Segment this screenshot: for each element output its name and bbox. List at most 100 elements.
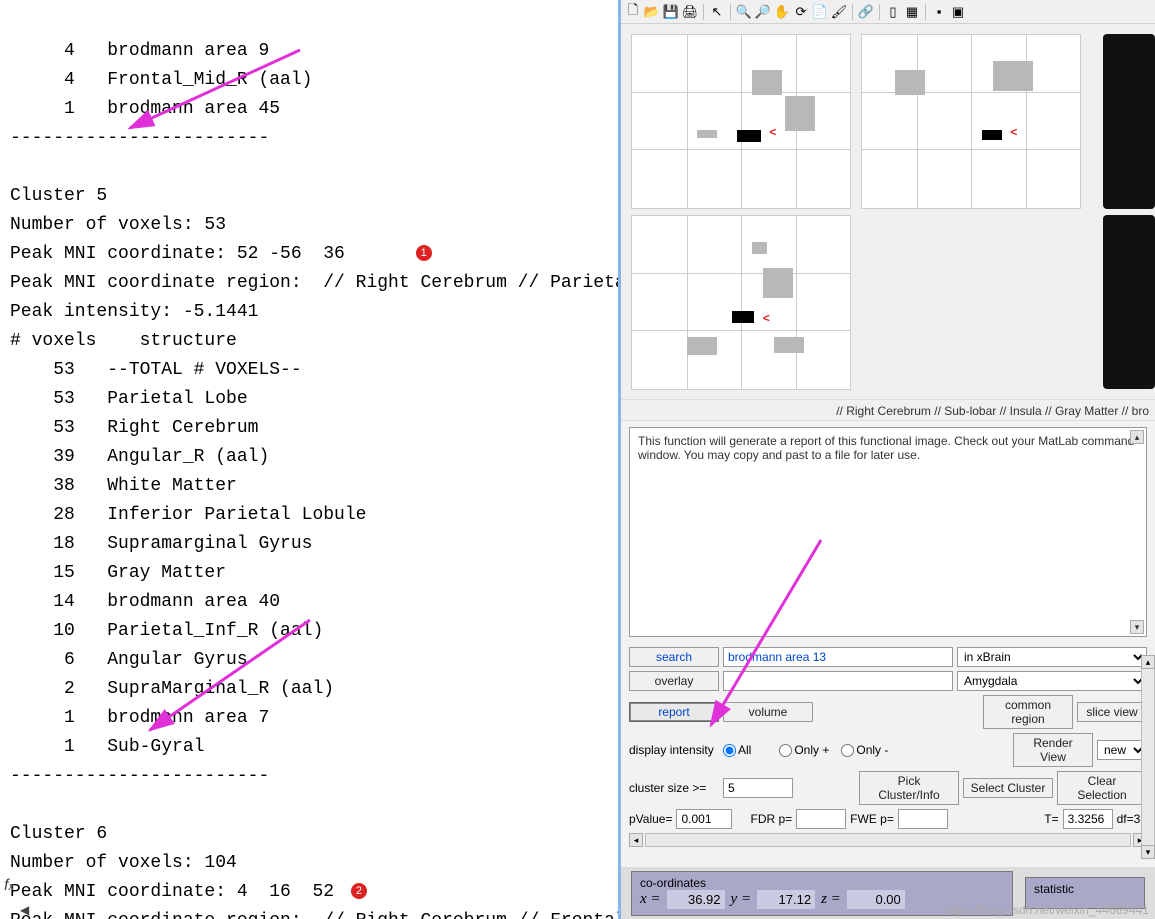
- t-label: T=: [1044, 812, 1058, 826]
- pvalue-input[interactable]: [676, 809, 732, 829]
- render-mode-select[interactable]: new: [1097, 740, 1147, 760]
- y-label: y =: [731, 891, 752, 908]
- radio-all[interactable]: All: [723, 743, 751, 757]
- report-line: Peak MNI coordinate: 4 16 52 2: [10, 882, 367, 902]
- report-line: Peak MNI coordinate region: // Right Cer…: [10, 911, 618, 919]
- slice-view-button[interactable]: slice view: [1077, 702, 1147, 722]
- select-cluster-button[interactable]: Select Cluster: [963, 778, 1053, 798]
- pointer-icon[interactable]: ↖: [709, 4, 725, 20]
- report-line: ------------------------: [10, 128, 269, 148]
- vertical-scrollbar[interactable]: ▴ ▾: [1141, 655, 1155, 859]
- report-line: Number of voxels: 104: [10, 853, 237, 873]
- rotate-icon[interactable]: ⟳: [793, 4, 809, 20]
- legend-icon[interactable]: ▦: [904, 4, 920, 20]
- figure-toolbar: 🗋 📂 💾 🖨 ↖ 🔍 🔎 ✋ ⟳ 📄 🖌 🔗 ▯ ▦ ▪ ▣: [621, 0, 1155, 24]
- link-icon[interactable]: 🔗: [858, 4, 874, 20]
- fdr-label: FDR p=: [750, 812, 792, 826]
- report-line: 53 Parietal Lobe: [10, 389, 248, 409]
- control-panel: search in xBrain overlay Amygdala report…: [621, 643, 1155, 829]
- watermark: https://blog.csdn.net/weixin_44669441: [945, 903, 1149, 917]
- scroll-down-icon[interactable]: ▾: [1130, 620, 1144, 634]
- report-line: 1 brodmann area 45: [10, 99, 280, 119]
- glass-brain-sagittal[interactable]: <: [631, 34, 851, 209]
- report-line: Peak MNI coordinate: 52 -56 36 1: [10, 244, 432, 264]
- coordinates-legend: co-ordinates: [640, 876, 706, 890]
- annotation-badge-1: 1: [416, 245, 432, 261]
- cluster-title: Cluster 6: [10, 824, 107, 844]
- radio-only-plus[interactable]: Only +: [779, 743, 829, 757]
- open-file-icon[interactable]: 📂: [644, 4, 660, 20]
- location-bar: // Right Cerebrum // Sub-lobar // Insula…: [621, 399, 1155, 421]
- scroll-left-icon[interactable]: ◀: [20, 903, 29, 917]
- report-line: 4 brodmann area 9: [10, 41, 269, 61]
- clear-selection-button[interactable]: Clear Selection: [1057, 771, 1147, 805]
- cluster-size-label: cluster size >=: [629, 781, 719, 795]
- vscroll-up-icon[interactable]: ▴: [1141, 655, 1155, 669]
- show-icon[interactable]: ▣: [950, 4, 966, 20]
- report-button[interactable]: report: [629, 702, 719, 722]
- pvalue-label: pValue=: [629, 812, 672, 826]
- common-region-button[interactable]: common region: [983, 695, 1073, 729]
- z-label: z =: [821, 891, 841, 908]
- message-box: This function will generate a report of …: [629, 427, 1147, 637]
- t-input[interactable]: [1063, 809, 1113, 829]
- report-line: 38 White Matter: [10, 476, 237, 496]
- pick-cluster-button[interactable]: Pick Cluster/Info: [859, 771, 959, 805]
- colorbar-icon[interactable]: ▯: [885, 4, 901, 20]
- new-file-icon[interactable]: 🗋: [625, 4, 641, 20]
- display-intensity-label: display intensity: [629, 743, 719, 757]
- x-label: x =: [640, 891, 661, 908]
- glass-brain-area: < < <: [621, 24, 1155, 399]
- scrollbar-track[interactable]: [645, 833, 1131, 847]
- overlay-input[interactable]: [723, 671, 953, 691]
- mri-preview-column: [1103, 24, 1155, 399]
- cluster-size-input[interactable]: [723, 778, 793, 798]
- search-scope-select[interactable]: in xBrain: [957, 647, 1147, 667]
- glass-brain-axial[interactable]: <: [631, 215, 851, 390]
- report-line: Peak intensity: -5.1441: [10, 302, 258, 322]
- volume-button[interactable]: volume: [723, 702, 813, 722]
- report-line: 28 Inferior Parietal Lobule: [10, 505, 366, 525]
- report-line: 53 Right Cerebrum: [10, 418, 258, 438]
- report-line: 4 Frontal_Mid_R (aal): [10, 70, 312, 90]
- report-line: 6 Angular Gyrus: [10, 650, 248, 670]
- save-icon[interactable]: 💾: [663, 4, 679, 20]
- report-line: 10 Parietal_Inf_R (aal): [10, 621, 323, 641]
- fwe-input[interactable]: [898, 809, 948, 829]
- overlay-select[interactable]: Amygdala: [957, 671, 1147, 691]
- vscroll-down-icon[interactable]: ▾: [1141, 845, 1155, 859]
- report-line: 1 brodmann area 7: [10, 708, 269, 728]
- z-input[interactable]: [847, 890, 905, 909]
- annotation-badge-2: 2: [351, 883, 367, 899]
- search-input[interactable]: [723, 647, 953, 667]
- x-input[interactable]: [667, 890, 725, 909]
- xjview-panel: 🗋 📂 💾 🖨 ↖ 🔍 🔎 ✋ ⟳ 📄 🖌 🔗 ▯ ▦ ▪ ▣ <: [618, 0, 1155, 919]
- message-text: This function will generate a report of …: [638, 434, 1134, 462]
- report-line: 2 SupraMarginal_R (aal): [10, 679, 334, 699]
- mri-slice-top[interactable]: [1103, 34, 1155, 209]
- hide-icon[interactable]: ▪: [931, 4, 947, 20]
- search-button[interactable]: search: [629, 647, 719, 667]
- brush-icon[interactable]: 🖌: [831, 4, 847, 20]
- overlay-button[interactable]: overlay: [629, 671, 719, 691]
- horizontal-scrollbar[interactable]: ◂ ▸: [629, 833, 1147, 847]
- zoom-out-icon[interactable]: 🔎: [755, 4, 771, 20]
- scroll-left-arrow-icon[interactable]: ◂: [629, 833, 643, 847]
- data-cursor-icon[interactable]: 📄: [812, 4, 828, 20]
- scroll-up-icon[interactable]: ▴: [1130, 430, 1144, 444]
- render-view-button[interactable]: Render View: [1013, 733, 1093, 767]
- glass-brain-coronal[interactable]: <: [861, 34, 1081, 209]
- mri-slice-bottom[interactable]: [1103, 215, 1155, 390]
- fx-icon: fx: [0, 877, 14, 895]
- radio-only-minus[interactable]: Only -: [841, 743, 888, 757]
- print-icon[interactable]: 🖨: [682, 4, 698, 20]
- cluster-title: Cluster 5: [10, 186, 107, 206]
- pan-icon[interactable]: ✋: [774, 4, 790, 20]
- report-line: 18 Supramarginal Gyrus: [10, 534, 312, 554]
- statistic-legend: statistic: [1034, 882, 1074, 896]
- fdr-input[interactable]: [796, 809, 846, 829]
- report-line: 15 Gray Matter: [10, 563, 226, 583]
- report-line: 53 --TOTAL # VOXELS--: [10, 360, 302, 380]
- zoom-in-icon[interactable]: 🔍: [736, 4, 752, 20]
- y-input[interactable]: [757, 890, 815, 909]
